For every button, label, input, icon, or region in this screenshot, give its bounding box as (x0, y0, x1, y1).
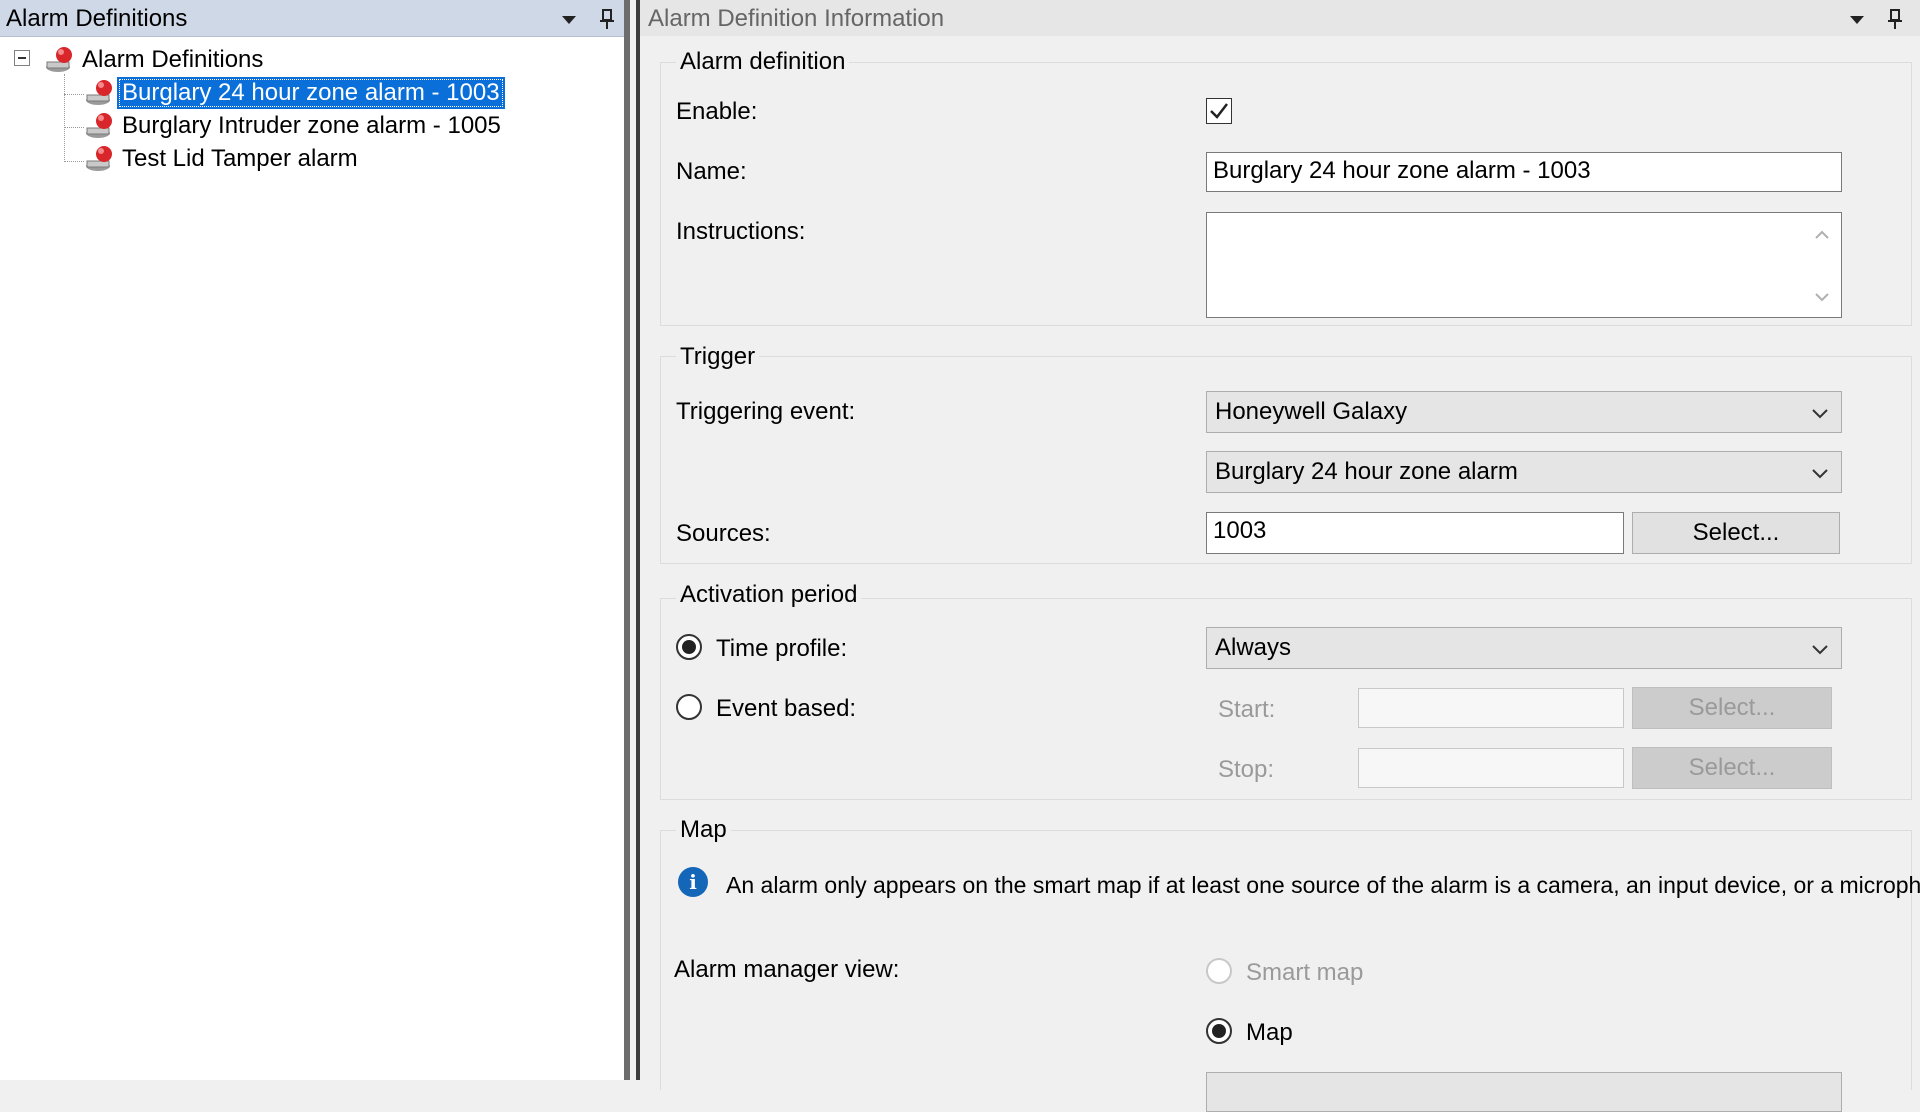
enable-checkbox[interactable] (1206, 98, 1232, 124)
left-pane-title: Alarm Definitions (6, 5, 188, 32)
checkmark-icon (1210, 103, 1228, 119)
time-profile-value: Always (1215, 634, 1292, 661)
time-profile-label: Time profile: (716, 635, 848, 662)
chevron-down-icon (1809, 462, 1831, 484)
triggering-event-label: Triggering event: (676, 398, 856, 425)
tree-item-label: Burglary Intruder zone alarm - 1005 (122, 112, 501, 139)
sources-label: Sources: (676, 520, 771, 547)
alarm-definition-group-title: Alarm definition (676, 48, 850, 76)
instructions-textarea[interactable] (1206, 212, 1842, 318)
tree-item-burglary-intruder[interactable]: Burglary Intruder zone alarm - 1005 (84, 111, 505, 141)
tree-root-label: Alarm Definitions (82, 46, 264, 73)
tree-connector (64, 94, 84, 95)
enable-label: Enable: (676, 98, 758, 125)
smart-map-label: Smart map (1246, 959, 1364, 986)
alarm-manager-view-label: Alarm manager view: (674, 956, 900, 983)
dropdown-arrow-icon[interactable] (1846, 8, 1868, 30)
right-pane-titlebar: Alarm Definition Information (640, 0, 1920, 36)
alarm-icon (84, 78, 118, 108)
event-type-dropdown[interactable]: Burglary 24 hour zone alarm (1206, 451, 1842, 493)
map-radio[interactable] (1206, 1018, 1232, 1044)
instructions-label: Instructions: (676, 218, 806, 245)
map-dropdown[interactable] (1206, 1072, 1842, 1112)
name-label: Name: (676, 158, 747, 185)
pin-icon[interactable] (596, 8, 618, 30)
event-source-dropdown[interactable]: Honeywell Galaxy (1206, 391, 1842, 433)
pin-icon[interactable] (1884, 8, 1906, 30)
time-profile-dropdown[interactable]: Always (1206, 627, 1842, 669)
smart-map-radio[interactable] (1206, 958, 1232, 984)
map-group-title: Map (676, 816, 731, 844)
stop-input[interactable] (1358, 748, 1624, 788)
event-based-label: Event based: (716, 695, 857, 722)
alarm-icon (84, 144, 118, 174)
event-source-value: Honeywell Galaxy (1215, 398, 1408, 425)
map-info-text: An alarm only appears on the smart map i… (726, 872, 1920, 898)
map-label: Map (1246, 1019, 1293, 1046)
start-label: Start: (1218, 696, 1276, 723)
left-pane-titlebar: Alarm Definitions (0, 0, 624, 37)
right-pane-title: Alarm Definition Information (648, 5, 945, 32)
tree-connector (64, 127, 84, 128)
event-based-radio[interactable] (676, 694, 702, 720)
alarm-icon (84, 111, 118, 141)
activation-period-group-title: Activation period (676, 581, 862, 609)
tree-item-label: Burglary 24 hour zone alarm - 1003 (118, 78, 504, 108)
tree-connector (64, 74, 65, 162)
collapse-tree-toggle[interactable] (14, 50, 30, 66)
sources-input[interactable]: 1003 (1206, 512, 1624, 554)
sources-select-button[interactable]: Select... (1632, 512, 1840, 554)
alarm-definition-information-pane: Alarm Definition Information Alarm defin… (636, 0, 1920, 1112)
dropdown-arrow-icon[interactable] (558, 8, 580, 30)
chevron-down-icon (1809, 402, 1831, 424)
info-icon: i (678, 867, 708, 897)
alarm-definitions-pane: Alarm Definitions Alarm Definitions Burg… (0, 0, 630, 1080)
tree-connector (64, 161, 84, 162)
start-input[interactable] (1358, 688, 1624, 728)
alarm-icon (44, 45, 78, 75)
start-select-button[interactable]: Select... (1632, 687, 1832, 729)
stop-label: Stop: (1218, 756, 1275, 783)
event-type-value: Burglary 24 hour zone alarm (1215, 458, 1518, 485)
trigger-group-title: Trigger (676, 343, 760, 371)
tree-item-label: Test Lid Tamper alarm (122, 145, 358, 172)
tree-item-burglary-24-hour[interactable]: Burglary 24 hour zone alarm - 1003 (84, 78, 504, 108)
tree-item-test-lid-tamper[interactable]: Test Lid Tamper alarm (84, 144, 362, 174)
time-profile-radio[interactable] (676, 634, 702, 660)
tree-root-alarm-definitions[interactable]: Alarm Definitions (44, 45, 267, 75)
chevron-down-icon (1809, 638, 1831, 660)
name-input[interactable]: Burglary 24 hour zone alarm - 1003 (1206, 152, 1842, 192)
scroll-down-icon[interactable] (1812, 286, 1832, 306)
stop-select-button[interactable]: Select... (1632, 747, 1832, 789)
scroll-up-icon[interactable] (1812, 224, 1832, 244)
